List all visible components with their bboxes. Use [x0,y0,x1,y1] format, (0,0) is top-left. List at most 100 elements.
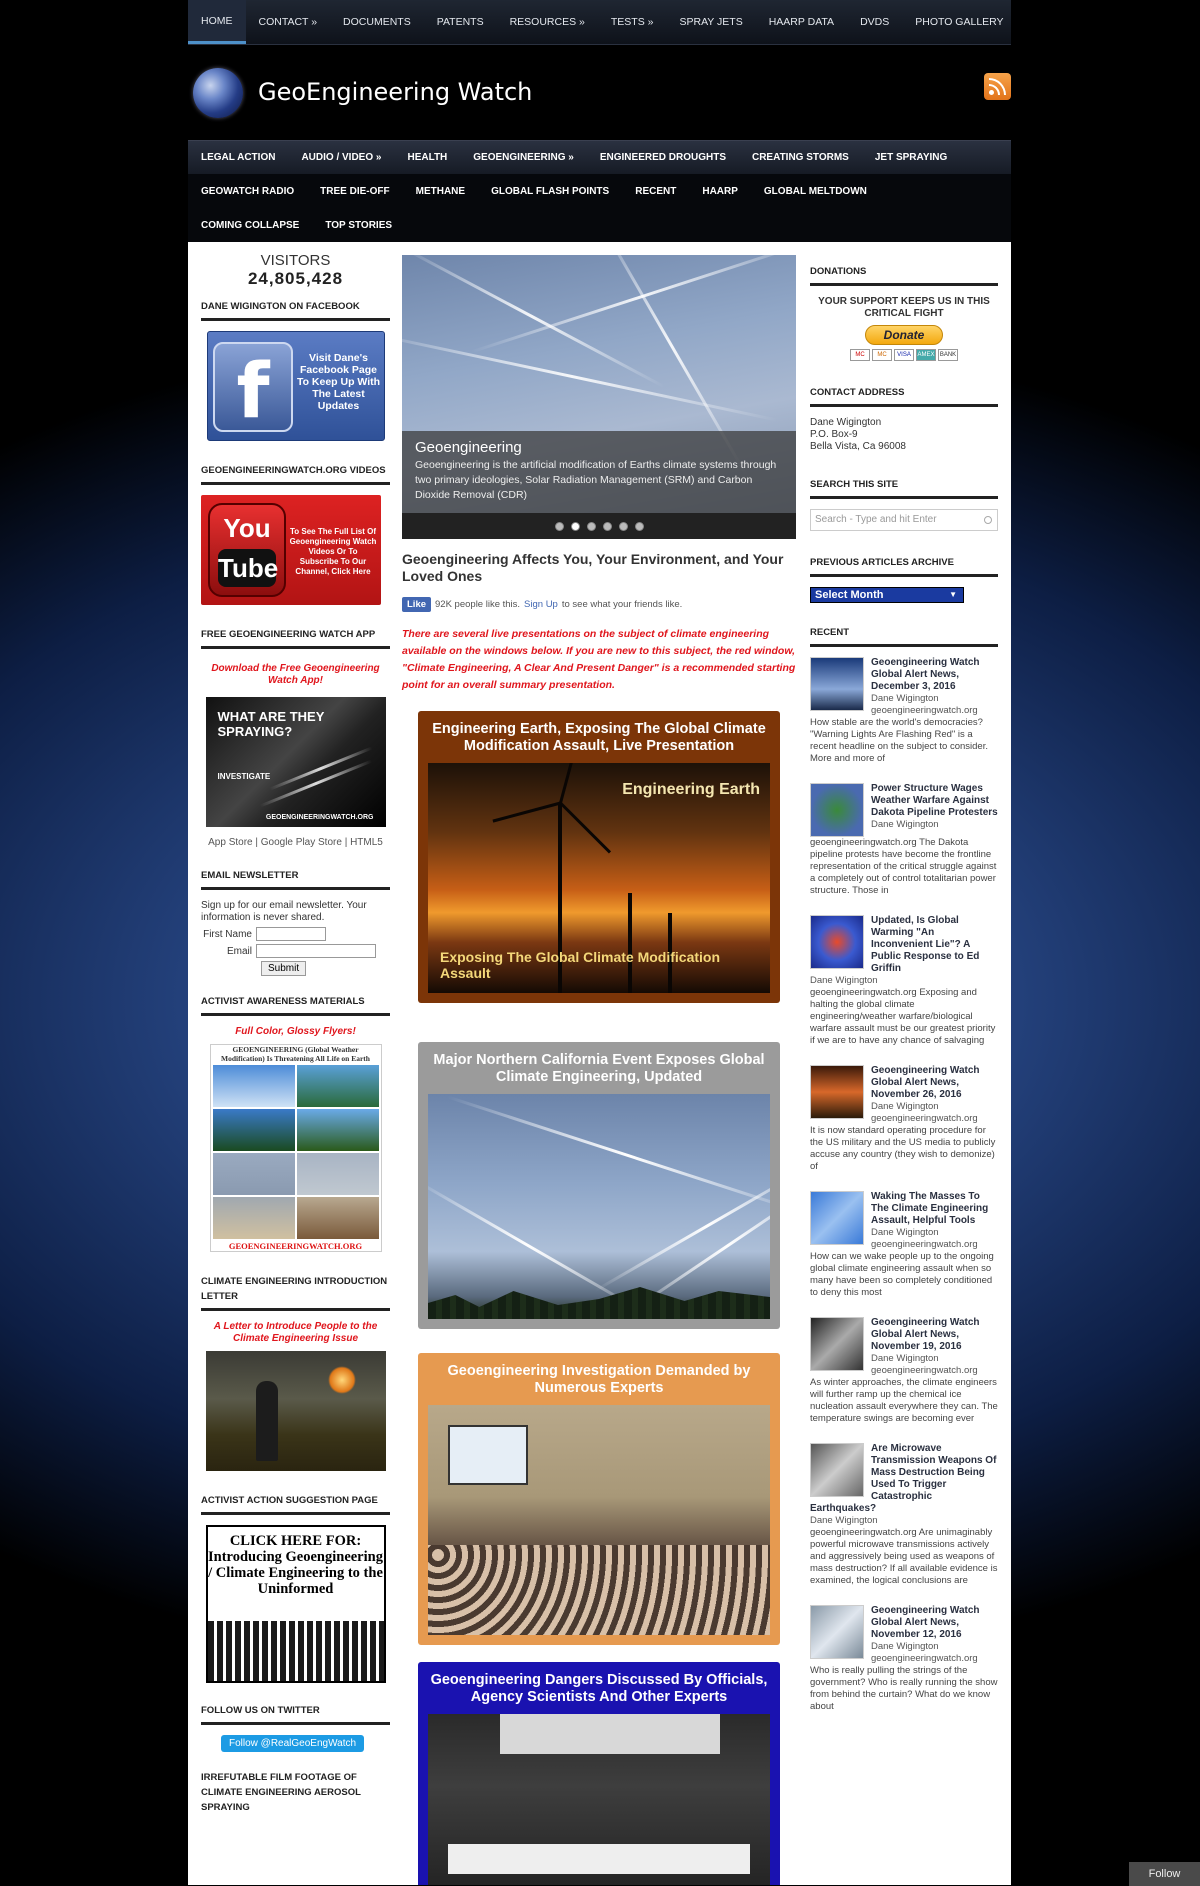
archer-image[interactable] [205,1351,386,1471]
slider-dot[interactable] [570,521,580,531]
topnav-documents[interactable]: DOCUMENTS [330,0,424,44]
widget-title-app: FREE GEOENGINEERING WATCH APP [201,627,390,649]
widget-title-film-footage: IRREFUTABLE FILM FOOTAGE OF CLIMATE ENGI… [201,1772,361,1813]
rss-icon[interactable] [984,73,1011,100]
app-promo-image[interactable]: WHAT ARE THEY SPRAYING? INVESTIGATE GEOE… [205,697,386,827]
like-rest-text: to see what your friends like. [561,599,683,610]
post-thumbnail[interactable] [810,1191,864,1245]
topnav-spray-jets[interactable]: SPRAY JETS [666,0,755,44]
feature-box[interactable]: Engineering Earth, Exposing The Global C… [418,711,780,1003]
poster-heading: GEOENGINEERING (Global Weather Modificat… [221,1045,370,1063]
slider-dot[interactable] [602,521,612,531]
nav-geoengineering[interactable]: GEOENGINEERING » [460,152,587,163]
nav-engineered-droughts[interactable]: ENGINEERED DROUGHTS [587,152,739,163]
flyer-poster[interactable]: GEOENGINEERING (Global Weather Modificat… [209,1044,382,1252]
archive-month-select[interactable]: Select Month ▼ [810,587,964,603]
site-header: GeoEngineering Watch [188,45,1011,140]
nav-recent[interactable]: RECENT [622,186,689,197]
post-thumbnail[interactable] [810,1065,864,1119]
post-thumbnail[interactable] [810,657,864,711]
post-thumbnail[interactable] [810,1443,864,1497]
twitter-follow-button[interactable]: Follow @RealGeoEngWatch [221,1735,365,1752]
widget-title-archive: PREVIOUS ARTICLES ARCHIVE [810,555,998,577]
action-page-banner[interactable]: CLICK HERE FOR: Introducing Geoengineeri… [205,1525,386,1683]
submit-button[interactable]: Submit [261,961,307,976]
featured-slider[interactable]: Geoengineering Geoengineering is the art… [402,255,796,539]
feature-title[interactable]: Geoengineering Investigation Demanded by… [428,1363,770,1397]
app-store-links[interactable]: App Store | Google Play Store | HTML5 [201,837,390,848]
nav-creating-storms[interactable]: CREATING STORMS [739,152,862,163]
widget-title-recent: RECENT [810,625,998,647]
town-hall-image[interactable] [428,1405,770,1635]
feature-box[interactable]: Geoengineering Investigation Demanded by… [418,1353,780,1645]
nav-tree-die-off[interactable]: TREE DIE-OFF [307,186,402,197]
nav-global-meltdown[interactable]: GLOBAL MELTDOWN [751,186,880,197]
topnav-haarp-data[interactable]: HAARP DATA [756,0,847,44]
topnav-patents[interactable]: PATENTS [424,0,497,44]
slider-dot[interactable] [586,521,596,531]
feature-title[interactable]: Geoengineering Dangers Discussed By Offi… [428,1672,770,1706]
nav-haarp[interactable]: HAARP [689,186,751,197]
post-excerpt: geoengineeringwatch.org Exposing and hal… [810,987,996,1046]
topnav-home[interactable]: HOME [188,0,246,44]
nav-legal-action[interactable]: LEGAL ACTION [188,152,288,163]
facebook-banner[interactable]: f Visit Dane's Facebook Page To Keep Up … [206,331,385,441]
nav-audio-video[interactable]: AUDIO / VIDEO » [288,152,394,163]
topnav-contact[interactable]: CONTACT » [246,0,331,44]
post-excerpt: Who is really pulling the strings of the… [810,1665,998,1712]
poster-photo [296,1065,379,1107]
facebook-signup-link[interactable]: Sign Up [524,599,558,610]
poster-photo [296,1197,379,1239]
slider-dot[interactable] [618,521,628,531]
nav-health[interactable]: HEALTH [394,152,460,163]
feature-box[interactable]: Geoengineering Dangers Discussed By Offi… [418,1662,780,1885]
follow-button[interactable]: Follow [1129,1862,1200,1886]
feature-box[interactable]: Major Northern California Event Exposes … [418,1042,780,1329]
archer-figure [255,1381,278,1461]
nav-geowatch-radio[interactable]: GEOWATCH RADIO [188,186,307,197]
page-wrapper: HOME CONTACT » DOCUMENTS PATENTS RESOURC… [188,0,1011,1885]
letter-link-text[interactable]: A Letter to Introduce People to the Clim… [201,1321,390,1345]
topnav-tests[interactable]: TESTS » [598,0,667,44]
left-sidebar: VISITORS 24,805,428 DANE WIGINGTON ON FA… [201,242,390,1829]
app-download-text[interactable]: Download the Free Geoengineering Watch A… [201,663,390,687]
post-thumbnail[interactable] [810,1317,864,1371]
topnav-dvds[interactable]: DVDS [847,0,902,44]
donate-button[interactable]: Donate [864,325,944,345]
sky-contrails-image[interactable] [428,1094,770,1319]
nav-coming-collapse[interactable]: COMING COLLAPSE [188,220,312,231]
feature-title[interactable]: Major Northern California Event Exposes … [428,1052,770,1086]
archive-select-value: Select Month [815,589,884,601]
youtube-banner[interactable]: You Tube To See The Full List Of Geoengi… [201,495,381,605]
slider-title[interactable]: Geoengineering [415,439,783,456]
payment-cards: MC MC VISA AMEX BANK [810,349,998,361]
main-nav-row: COMING COLLAPSE TOP STORIES [188,208,1011,242]
post-thumbnail[interactable] [810,1605,864,1659]
feature-title[interactable]: Engineering Earth, Exposing The Global C… [428,721,770,755]
topnav-photo-gallery[interactable]: PHOTO GALLERY [902,0,1016,44]
site-title[interactable]: GeoEngineering Watch [258,78,532,106]
post-byline: Dane Wigington [810,975,878,986]
wind-turbine-image[interactable]: Engineering Earth Exposing The Global Cl… [428,763,770,993]
topnav-resources[interactable]: RESOURCES » [497,0,598,44]
nav-top-stories[interactable]: TOP STORIES [312,220,405,231]
facebook-like-button[interactable]: Like [402,597,432,612]
nav-global-flash-points[interactable]: GLOBAL FLASH POINTS [478,186,622,197]
email-input[interactable] [256,944,376,958]
slider-dot[interactable] [554,521,564,531]
nav-methane[interactable]: METHANE [403,186,478,197]
earth-logo-icon[interactable] [193,68,243,118]
search-input[interactable]: Search - Type and hit Enter [810,509,998,531]
first-name-input[interactable] [256,927,326,941]
post-thumbnail[interactable] [810,783,864,837]
search-icon[interactable] [984,516,992,524]
poster-photo [296,1109,379,1151]
youtube-banner-text: To See The Full List Of Geoengineering W… [289,527,377,576]
flyers-text[interactable]: Full Color, Glossy Flyers! [201,1026,390,1038]
nav-jet-spraying[interactable]: JET SPRAYING [862,152,960,163]
projection-screen [448,1425,528,1485]
panel-discussion-image[interactable] [428,1714,770,1885]
poster-photo [212,1109,295,1151]
slider-dot[interactable] [634,521,644,531]
post-thumbnail[interactable] [810,915,864,969]
